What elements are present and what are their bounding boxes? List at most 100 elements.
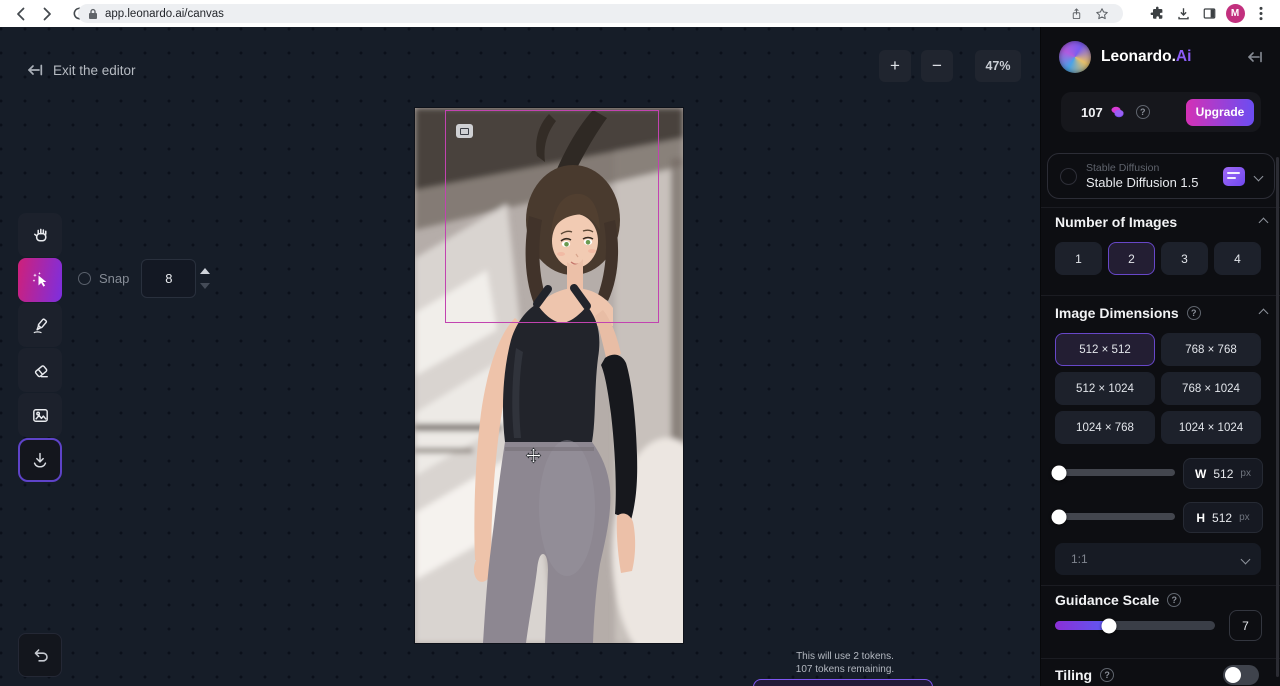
tokens-help-icon[interactable]: ? [1136,105,1150,119]
arrow-left-to-line-icon [26,62,44,78]
bookmark-star-icon[interactable] [1089,3,1115,25]
profile-avatar[interactable]: M [1222,3,1248,25]
dimensions-help-icon[interactable]: ? [1187,306,1201,320]
share-icon[interactable] [1063,3,1089,25]
select-tool-button[interactable] [18,258,62,302]
zoom-level[interactable]: 47% [975,50,1021,82]
model-selector[interactable]: Stable Diffusion Stable Diffusion 1.5 [1047,153,1275,199]
brand-title: Leonardo.Ai [1101,48,1191,66]
height-value: 512 [1212,511,1232,525]
token-usage-note: This will use 2 tokens. 107 tokens remai… [760,650,930,676]
guidance-scale-header: Guidance Scale ? [1055,592,1267,608]
aspect-ratio-select[interactable]: 1:1 [1055,543,1261,575]
hand-icon [30,225,51,246]
chevron-down-icon [1254,171,1264,181]
marker-icon [30,315,51,336]
image-icon [30,405,51,426]
tool-palette [18,213,62,437]
num-images-option-4[interactable]: 4 [1214,242,1261,275]
number-of-images-title: Number of Images [1055,214,1177,230]
number-of-images-header[interactable]: Number of Images [1055,213,1267,231]
tiling-help-icon[interactable]: ? [1100,668,1114,682]
undo-icon [30,645,50,665]
sidebar-scrollbar[interactable] [1276,157,1279,677]
guidance-scale-slider[interactable] [1055,621,1215,630]
tiling-toggle[interactable] [1223,665,1259,685]
chevron-up-icon[interactable] [1260,213,1267,231]
browser-menu-icon[interactable] [1248,3,1274,25]
width-unit: px [1240,468,1251,479]
canvas-workspace[interactable]: Exit the editor + − 47% [0,27,1040,686]
screen: app.leonardo.ai/canvas M [0,0,1280,686]
image-dimensions-header[interactable]: Image Dimensions ? [1055,304,1267,322]
pan-tool-button[interactable] [18,213,62,257]
snap-increment-button[interactable] [200,268,210,274]
num-images-option-1[interactable]: 1 [1055,242,1102,275]
width-slider-handle[interactable] [1052,465,1067,480]
collapse-sidebar-button[interactable] [1245,50,1263,64]
sidebar-header: Leonardo.Ai [1059,39,1263,75]
model-label: Stable Diffusion [1086,162,1217,175]
download-icon [30,450,50,470]
paint-tool-button[interactable] [18,303,62,347]
address-bar[interactable]: app.leonardo.ai/canvas [78,4,1123,23]
image-tool-button[interactable] [18,393,62,437]
width-value: 512 [1213,467,1233,481]
exit-editor-button[interactable]: Exit the editor [26,62,136,78]
aspect-ratio-value: 1:1 [1071,552,1242,566]
guidance-slider-handle[interactable] [1102,618,1117,633]
snap-toggle-icon[interactable] [78,272,91,285]
undo-button[interactable] [18,633,62,677]
side-panel-icon[interactable] [1196,3,1222,25]
lock-icon [88,8,98,20]
zoom-in-button[interactable]: + [879,50,911,82]
token-count: 107 [1081,105,1103,120]
divider [1041,585,1280,586]
downloads-icon[interactable] [1170,3,1196,25]
divider [1041,207,1280,208]
dimension-option-1024x1024[interactable]: 1024 × 1024 [1161,411,1261,444]
eraser-tool-button[interactable] [18,348,62,392]
generate-button[interactable] [753,679,933,686]
snap-value-input[interactable]: 8 [141,259,196,298]
zoom-out-button[interactable]: − [921,50,953,82]
model-thumb-placeholder [1060,168,1077,185]
guidance-scale-value: 7 [1229,610,1262,641]
arrow-to-line-icon [1245,50,1263,64]
canvas-image[interactable] [415,108,683,643]
model-icon [1223,167,1245,186]
extensions-puzzle-icon[interactable] [1144,3,1170,25]
token-usage-line2: 107 tokens remaining. [760,663,930,676]
height-slider-handle[interactable] [1052,509,1067,524]
dimension-option-512x1024[interactable]: 512 × 1024 [1055,372,1155,405]
height-value-box: H 512 px [1183,502,1263,533]
height-label: H [1196,511,1205,525]
guidance-help-icon[interactable]: ? [1167,593,1181,607]
browser-toolbar: app.leonardo.ai/canvas M [0,0,1280,27]
token-pill: 107 ? Upgrade [1061,92,1261,132]
dimension-option-768x768[interactable]: 768 × 768 [1161,333,1261,366]
upgrade-button[interactable]: Upgrade [1186,99,1254,126]
eraser-icon [30,360,51,381]
zoom-controls: + − 47% [879,50,1021,82]
width-label: W [1195,467,1206,481]
num-images-option-2[interactable]: 2 [1108,242,1155,275]
guidance-scale-title: Guidance Scale [1055,592,1159,608]
selection-box[interactable] [445,110,659,323]
width-value-box: W 512 px [1183,458,1263,489]
cursor-sparkle-icon [29,269,51,291]
snap-label: Snap [99,271,129,286]
download-tool-button[interactable] [18,438,62,482]
snap-decrement-button[interactable] [200,283,210,289]
dimension-option-512x512[interactable]: 512 × 512 [1055,333,1155,366]
chevron-up-icon[interactable] [1260,304,1267,322]
browser-back-button[interactable] [8,3,34,25]
coins-icon [1109,104,1126,120]
browser-forward-button[interactable] [34,3,60,25]
height-slider[interactable] [1055,513,1175,520]
num-images-option-3[interactable]: 3 [1161,242,1208,275]
dimension-option-768x1024[interactable]: 768 × 1024 [1161,372,1261,405]
width-slider[interactable] [1055,469,1175,476]
image-dimensions-options: 512 × 512 768 × 768 512 × 1024 768 × 102… [1055,333,1261,443]
dimension-option-1024x768[interactable]: 1024 × 768 [1055,411,1155,444]
